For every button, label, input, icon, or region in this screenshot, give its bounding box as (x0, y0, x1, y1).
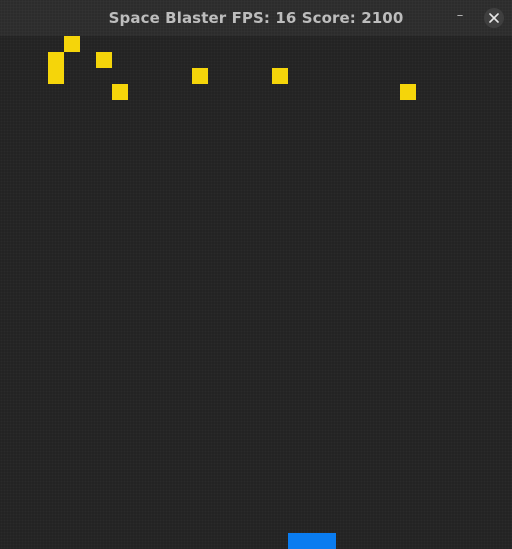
title-bar[interactable]: Space Blaster FPS: 16 Score: 2100 – (0, 0, 512, 36)
enemy-block (96, 52, 112, 68)
window-title: Space Blaster FPS: 16 Score: 2100 (108, 9, 404, 27)
close-button[interactable] (484, 8, 504, 28)
player-ship (288, 533, 336, 549)
minimize-button[interactable]: – (452, 9, 468, 25)
enemy-block (48, 52, 64, 84)
game-canvas[interactable] (0, 36, 512, 549)
enemy-block (192, 68, 208, 84)
game-window: Space Blaster FPS: 16 Score: 2100 – (0, 0, 512, 549)
close-icon (489, 13, 499, 23)
enemy-block (64, 36, 80, 52)
enemy-block (272, 68, 288, 84)
enemy-block (400, 84, 416, 100)
enemy-block (112, 84, 128, 100)
